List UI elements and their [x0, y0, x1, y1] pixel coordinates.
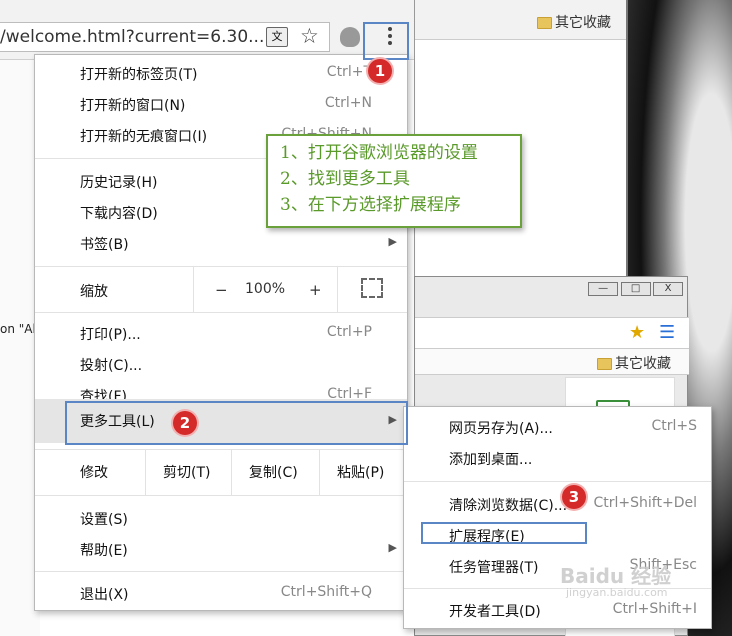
- submenu-item-developer-tools[interactable]: 开发者工具(D) Ctrl+Shift+I: [404, 596, 711, 626]
- highlight-more-tools-box: [65, 401, 408, 445]
- menu-separator: [35, 449, 407, 450]
- menu-item-settings[interactable]: 设置(S): [35, 504, 407, 534]
- menu-item-label: 下载内容(D): [80, 206, 158, 222]
- folder-icon: [537, 17, 552, 29]
- zoom-level: 100%: [245, 281, 286, 297]
- star-icon[interactable]: ★: [629, 322, 645, 343]
- right-browser-bookmark-bar: 其它收藏: [415, 0, 627, 40]
- star-icon[interactable]: ☆: [300, 24, 319, 48]
- submenu-item-add-to-desktop[interactable]: 添加到桌面...: [404, 444, 711, 474]
- window-controls: — □ X: [588, 279, 683, 296]
- cut-button[interactable]: 剪切(T): [163, 462, 210, 482]
- menu-icon[interactable]: ☰: [659, 322, 675, 343]
- other-bookmarks-label: 其它收藏: [555, 15, 611, 31]
- menu-item-label: 投射(C)...: [80, 358, 143, 374]
- menu-item-label: 打开新的无痕窗口(I): [80, 129, 208, 145]
- step-badge-1: 1: [368, 59, 392, 83]
- menu-item-label: 开发者工具(D): [449, 604, 541, 620]
- menu-item-shortcut: Ctrl+N: [324, 95, 372, 111]
- menu-separator: [35, 571, 407, 572]
- menu-separator: [35, 266, 407, 267]
- menu-item-new-window[interactable]: 打开新的窗口(N) Ctrl+N: [35, 90, 407, 120]
- menu-item-label: 历史记录(H): [80, 175, 158, 191]
- other-bookmarks[interactable]: 其它收藏: [537, 12, 611, 32]
- menu-item-new-tab[interactable]: 打开新的标签页(T) Ctrl+T: [35, 59, 407, 89]
- paste-button[interactable]: 粘贴(P): [337, 462, 384, 482]
- menu-separator: [145, 450, 146, 495]
- fullscreen-icon[interactable]: [361, 278, 383, 298]
- menu-item-help[interactable]: 帮助(E) ▶: [35, 535, 407, 565]
- menu-item-label: 打开新的标签页(T): [80, 67, 198, 83]
- menu-item-shortcut: Ctrl+Shift+Q: [280, 584, 372, 600]
- highlight-extensions-box: [421, 522, 587, 544]
- folder-icon: [597, 358, 612, 370]
- menu-item-shortcut: Ctrl+T: [326, 64, 372, 80]
- menu-separator: [193, 267, 194, 312]
- other-bookmarks-label: 其它收藏: [615, 356, 671, 372]
- menu-item-label: 设置(S): [80, 512, 128, 528]
- menu-item-label: 打开新的窗口(N): [80, 98, 186, 114]
- menu-separator: [337, 267, 338, 312]
- address-bar[interactable]: /welcome.html?current=6.30... 文 ☆: [0, 22, 330, 52]
- menu-separator: [35, 312, 407, 313]
- browser-toolbar: /welcome.html?current=6.30... 文 ☆: [0, 0, 414, 60]
- other-bookmarks[interactable]: 其它收藏: [597, 353, 671, 373]
- menu-item-zoom: 缩放 − 100% +: [35, 276, 407, 306]
- extension-icon[interactable]: [340, 27, 360, 47]
- menu-item-label: 书签(B): [80, 237, 129, 253]
- menu-item-label: 清除浏览数据(C)...: [449, 498, 568, 514]
- copy-button[interactable]: 复制(C): [249, 462, 298, 482]
- menu-item-shortcut: Ctrl+S: [651, 418, 697, 434]
- submenu-item-clear-browsing-data[interactable]: 清除浏览数据(C)... Ctrl+Shift+Del: [404, 490, 711, 520]
- translate-icon[interactable]: 文: [266, 27, 288, 47]
- close-button[interactable]: X: [653, 282, 683, 296]
- note-line-3: 3、在下方选择扩展程序: [280, 195, 461, 215]
- menu-separator: [35, 495, 407, 496]
- minimize-button[interactable]: —: [588, 282, 619, 296]
- menu-item-bookmarks[interactable]: 书签(B) ▶: [35, 229, 407, 259]
- chevron-right-icon: ▶: [388, 235, 397, 248]
- instruction-note: 1、打开谷歌浏览器的设置 2、找到更多工具 3、在下方选择扩展程序: [266, 134, 522, 228]
- menu-item-label: 任务管理器(T): [449, 560, 539, 576]
- menu-separator: [404, 481, 711, 482]
- menu-item-label: 添加到桌面...: [449, 452, 533, 468]
- menu-item-label: 帮助(E): [80, 543, 128, 559]
- watermark: Baidu 经验: [560, 564, 672, 588]
- menu-item-cast[interactable]: 投射(C)...: [35, 350, 407, 380]
- highlight-menu-button-box: [363, 22, 409, 60]
- menu-separator: [319, 450, 320, 495]
- maximize-button[interactable]: □: [620, 282, 651, 296]
- note-line-1: 1、打开谷歌浏览器的设置: [280, 143, 478, 163]
- menu-item-label: 打印(P)...: [80, 327, 141, 343]
- second-window-toolbar: ★ ☰: [415, 317, 689, 349]
- menu-separator: [231, 450, 232, 495]
- menu-item-find[interactable]: 查找(F)... Ctrl+F: [35, 381, 407, 399]
- submenu-item-save-page[interactable]: 网页另存为(A)... Ctrl+S: [404, 413, 711, 443]
- zoom-out-button[interactable]: −: [215, 281, 228, 299]
- menu-item-label: 查找(F)...: [80, 389, 141, 399]
- watermark-url: jingyan.baidu.com: [566, 586, 668, 599]
- menu-item-shortcut: Ctrl+Shift+I: [612, 601, 697, 617]
- step-badge-2: 2: [173, 411, 197, 435]
- menu-item-label: 网页另存为(A)...: [449, 421, 553, 437]
- menu-item-label: 退出(X): [80, 587, 129, 603]
- second-window-bookmark-bar: 其它收藏: [415, 349, 689, 375]
- menu-item-shortcut: Ctrl+F: [327, 386, 372, 399]
- note-line-2: 2、找到更多工具: [280, 169, 410, 189]
- menu-item-exit[interactable]: 退出(X) Ctrl+Shift+Q: [35, 579, 407, 609]
- menu-item-print[interactable]: 打印(P)... Ctrl+P: [35, 319, 407, 349]
- menu-item-shortcut: Ctrl+Shift+Del: [593, 495, 697, 511]
- step-badge-3: 3: [562, 485, 586, 509]
- edit-label: 修改: [80, 465, 108, 481]
- chevron-right-icon: ▶: [388, 541, 397, 554]
- menu-item-edit: 修改 剪切(T) 复制(C) 粘贴(P): [35, 457, 407, 487]
- url-text[interactable]: /welcome.html?current=6.30...: [0, 27, 264, 47]
- page-text: on "Al: [0, 322, 36, 336]
- zoom-in-button[interactable]: +: [309, 281, 322, 299]
- zoom-label: 缩放: [80, 284, 108, 300]
- menu-item-shortcut: Ctrl+P: [326, 324, 372, 340]
